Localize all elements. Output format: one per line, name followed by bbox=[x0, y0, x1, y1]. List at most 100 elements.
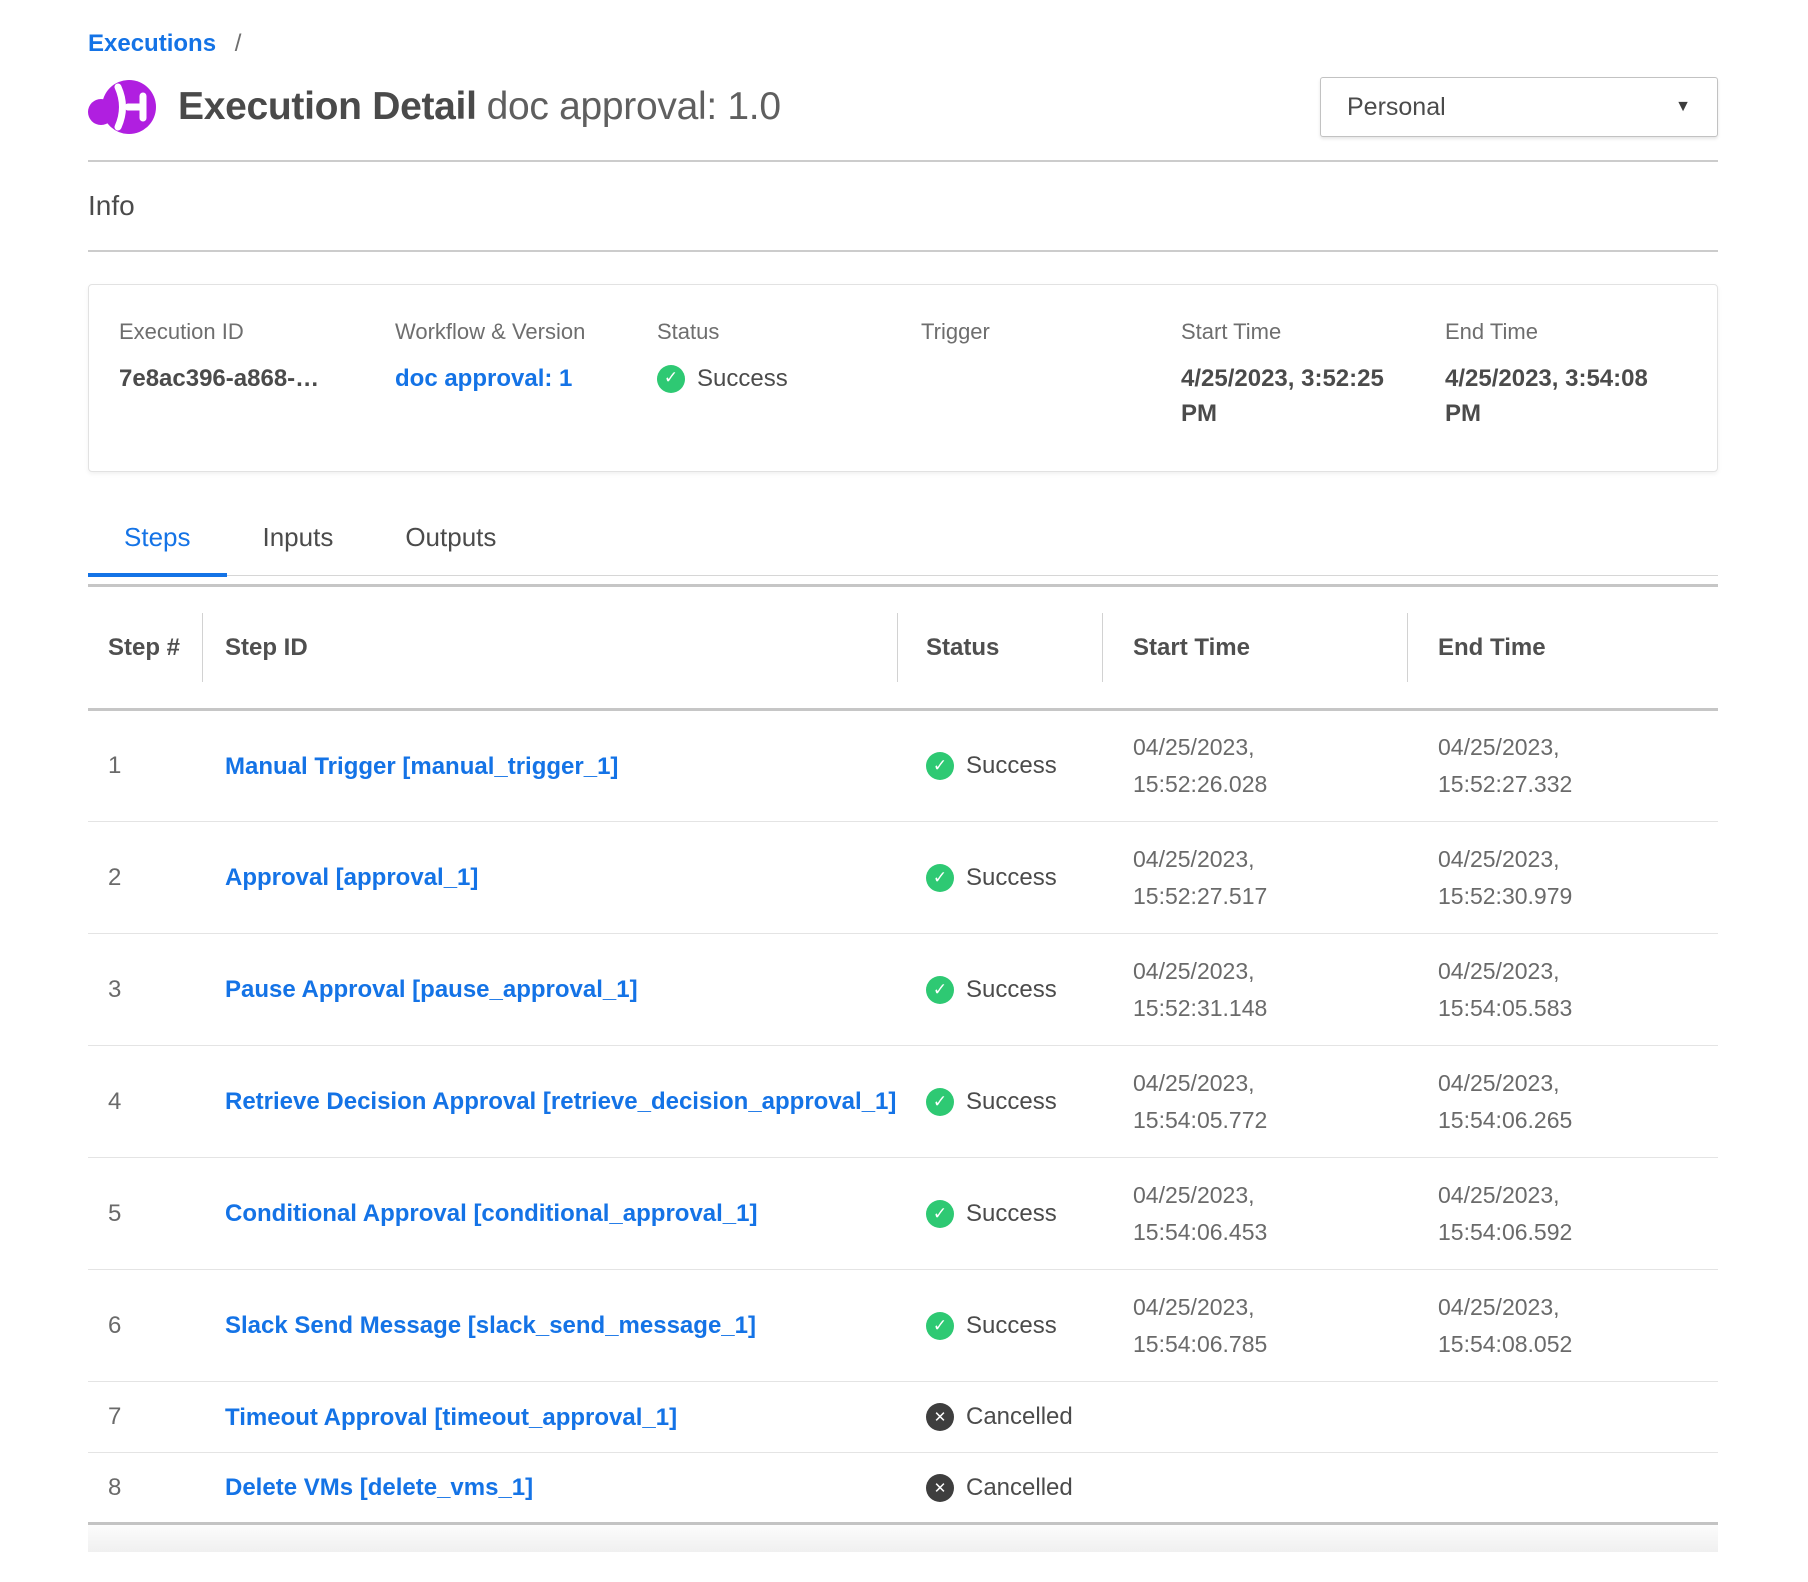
status-label: Success bbox=[697, 361, 788, 396]
column-header: Step # bbox=[88, 586, 203, 710]
step-link[interactable]: Retrieve Decision Approval [retrieve_dec… bbox=[225, 1088, 896, 1115]
step-id-cell: Retrieve Decision Approval [retrieve_dec… bbox=[203, 1046, 898, 1158]
step-number-cell: 5 bbox=[88, 1158, 203, 1270]
end-time-cell: 04/25/2023, 15:54:06.265 bbox=[1408, 1046, 1718, 1158]
info-section-title: Info bbox=[88, 190, 1718, 222]
cancelled-icon: ✕ bbox=[926, 1403, 954, 1431]
start-time-cell: 04/25/2023, 15:52:26.028 bbox=[1103, 710, 1408, 822]
table-row: 1 Manual Trigger [manual_trigger_1] ✓ Succe… bbox=[88, 710, 1718, 822]
step-id-cell: Pause Approval [pause_approval_1] bbox=[203, 934, 898, 1046]
start-time-cell: 04/25/2023, 15:52:31.148 bbox=[1103, 934, 1408, 1046]
success-icon: ✓ bbox=[926, 976, 954, 1004]
table-row: 6 Slack Send Message [slack_send_message_… bbox=[88, 1270, 1718, 1382]
status-badge: ✓ Success bbox=[926, 864, 1102, 892]
step-link[interactable]: Timeout Approval [timeout_approval_1] bbox=[225, 1404, 677, 1431]
status-label: Success bbox=[966, 864, 1057, 892]
step-link[interactable]: Slack Send Message [slack_send_message_1… bbox=[225, 1312, 756, 1339]
step-number-cell: 8 bbox=[88, 1453, 203, 1524]
step-number-cell: 4 bbox=[88, 1046, 203, 1158]
table-row: 5 Conditional Approval [conditional_appro… bbox=[88, 1158, 1718, 1270]
divider-under-info bbox=[88, 250, 1718, 252]
info-field: Workflow & Version doc approval: 1 bbox=[395, 319, 657, 431]
step-link[interactable]: Conditional Approval [conditional_approv… bbox=[225, 1200, 758, 1227]
start-time-cell bbox=[1103, 1453, 1408, 1524]
column-header: Start Time bbox=[1103, 586, 1408, 710]
end-time-cell: 04/25/2023, 15:54:06.592 bbox=[1408, 1158, 1718, 1270]
status-cell: ✓Success bbox=[898, 934, 1103, 1046]
info-field-label: Workflow & Version bbox=[395, 319, 657, 345]
step-link[interactable]: Manual Trigger [manual_trigger_1] bbox=[225, 753, 618, 780]
status-badge: ✓Success bbox=[926, 1312, 1102, 1340]
success-icon: ✓ bbox=[926, 752, 954, 780]
success-icon: ✓ bbox=[926, 1312, 954, 1340]
start-time-cell: 04/25/2023, 15:54:06.453 bbox=[1103, 1158, 1408, 1270]
status-label: Cancelled bbox=[966, 1474, 1073, 1502]
step-id-cell: Conditional Approval [conditional_approv… bbox=[203, 1158, 898, 1270]
status-label: Cancelled bbox=[966, 1403, 1073, 1431]
status-cell: ✓ Success bbox=[898, 1158, 1103, 1270]
workflow-version-link[interactable]: doc approval: 1 bbox=[395, 361, 610, 396]
success-icon: ✓ bbox=[926, 864, 954, 892]
tab-outputs[interactable]: Outputs bbox=[369, 522, 532, 575]
step-id-cell: Delete VMs [delete_vms_1] bbox=[203, 1453, 898, 1524]
info-field-value: ✓Success bbox=[657, 361, 872, 396]
table-row: 3Pause Approval [pause_approval_1]✓Succe… bbox=[88, 934, 1718, 1046]
step-number-cell: 6 bbox=[88, 1270, 203, 1382]
workspace-dropdown[interactable]: Personal ▼ bbox=[1320, 77, 1718, 137]
steps-table: Step #Step IDStatusStart TimeEnd Time 1M… bbox=[88, 584, 1718, 1525]
info-field: Execution ID 7e8ac396-a868-… bbox=[119, 319, 395, 431]
status-badge: ✕ Cancelled bbox=[926, 1474, 1102, 1502]
page-title: Execution Detail bbox=[178, 85, 477, 128]
status-cell: ✓ Success bbox=[898, 710, 1103, 822]
breadcrumb-separator: / bbox=[235, 30, 242, 57]
step-link[interactable]: Pause Approval [pause_approval_1] bbox=[225, 976, 638, 1003]
breadcrumb: Executions / bbox=[88, 0, 1718, 58]
status-cell: ✓Success bbox=[898, 1046, 1103, 1158]
title-row: Execution Detaildoc approval: 1.0 Person… bbox=[88, 74, 1718, 140]
info-field-label: Execution ID bbox=[119, 319, 395, 345]
info-field-label: Status bbox=[657, 319, 921, 345]
tab-inputs[interactable]: Inputs bbox=[227, 522, 370, 575]
info-field-value: 4/25/2023, 3:52:25 PM bbox=[1181, 361, 1396, 431]
status-cell: ✓Success bbox=[898, 1270, 1103, 1382]
end-time-cell: 04/25/2023, 15:54:05.583 bbox=[1408, 934, 1718, 1046]
end-time-cell bbox=[1408, 1382, 1718, 1453]
table-row: 7Timeout Approval [timeout_approval_1]✕C… bbox=[88, 1382, 1718, 1453]
info-card: Execution ID 7e8ac396-a868-… Workflow & Ve… bbox=[88, 284, 1718, 472]
tab-steps[interactable]: Steps bbox=[88, 522, 227, 575]
start-time-cell: 04/25/2023, 15:54:06.785 bbox=[1103, 1270, 1408, 1382]
info-field: End Time4/25/2023, 3:54:08 PM bbox=[1445, 319, 1717, 431]
start-time-cell: 04/25/2023, 15:54:05.772 bbox=[1103, 1046, 1408, 1158]
cancelled-icon: ✕ bbox=[926, 1474, 954, 1502]
workspace-dropdown-value: Personal bbox=[1347, 93, 1446, 122]
table-row: 4 Retrieve Decision Approval [retrieve_de… bbox=[88, 1046, 1718, 1158]
status-badge: ✓Success bbox=[926, 976, 1102, 1004]
step-link[interactable]: Approval [approval_1] bbox=[225, 864, 478, 891]
execution-detail-page: Executions / Execution Detaildoc approva… bbox=[88, 0, 1718, 1552]
info-field-value: 4/25/2023, 3:54:08 PM bbox=[1445, 361, 1660, 431]
status-cell: ✕ Cancelled bbox=[898, 1453, 1103, 1524]
column-header: Status bbox=[898, 586, 1103, 710]
page-subtitle: doc approval: 1.0 bbox=[487, 85, 781, 128]
end-time-cell: 04/25/2023, 15:54:08.052 bbox=[1408, 1270, 1718, 1382]
status-label: Success bbox=[966, 1200, 1057, 1228]
step-id-cell: Manual Trigger [manual_trigger_1] bbox=[203, 710, 898, 822]
info-field: Trigger bbox=[921, 319, 1181, 431]
table-row: 8 Delete VMs [delete_vms_1] ✕ Cancelled bbox=[88, 1453, 1718, 1524]
step-number-cell: 1 bbox=[88, 710, 203, 822]
step-id-cell: Timeout Approval [timeout_approval_1] bbox=[203, 1382, 898, 1453]
step-id-cell: Slack Send Message [slack_send_message_1… bbox=[203, 1270, 898, 1382]
status-cell: ✕ Cancelled bbox=[898, 1382, 1103, 1453]
info-field-value: 7e8ac396-a868-… bbox=[119, 361, 334, 396]
status-label: Success bbox=[966, 752, 1057, 780]
start-time-cell: 04/25/2023, 15:52:27.517 bbox=[1103, 822, 1408, 934]
success-icon: ✓ bbox=[926, 1200, 954, 1228]
breadcrumb-executions-link[interactable]: Executions bbox=[88, 30, 216, 57]
column-header: Step ID bbox=[203, 586, 898, 710]
end-time-cell: 04/25/2023, 15:52:30.979 bbox=[1408, 822, 1718, 934]
start-time-cell bbox=[1103, 1382, 1408, 1453]
info-field-label: Trigger bbox=[921, 319, 1181, 345]
step-link[interactable]: Delete VMs [delete_vms_1] bbox=[225, 1474, 533, 1501]
end-time-cell: 04/25/2023, 15:52:27.332 bbox=[1408, 710, 1718, 822]
step-id-cell: Approval [approval_1] bbox=[203, 822, 898, 934]
